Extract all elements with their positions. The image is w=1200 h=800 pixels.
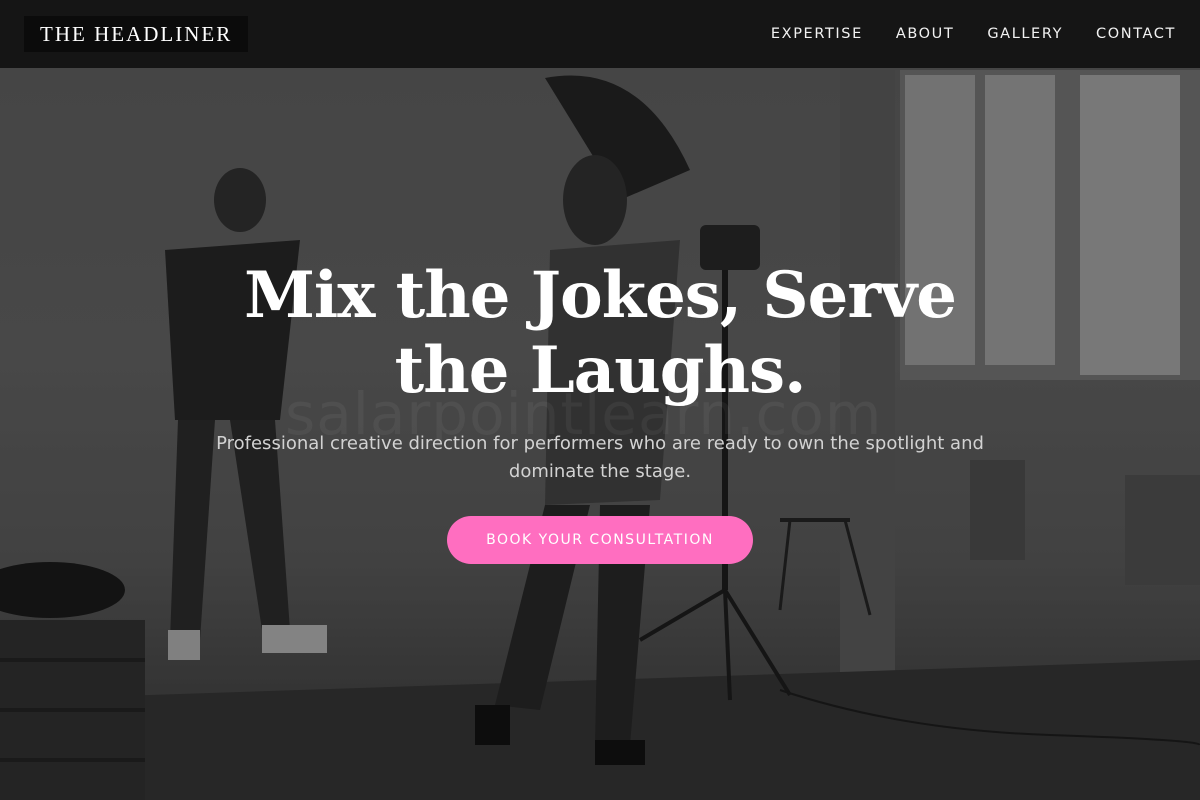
nav-item-about[interactable]: ABOUT xyxy=(896,26,955,42)
nav-item-gallery[interactable]: GALLERY xyxy=(987,26,1063,42)
nav-item-contact[interactable]: CONTACT xyxy=(1096,26,1176,42)
main-nav: EXPERTISE ABOUT GALLERY CONTACT xyxy=(771,26,1176,42)
hero-subtitle: Professional creative direction for perf… xyxy=(216,433,984,482)
hero-section: Mix the Jokes, Serve the Laughs. Profess… xyxy=(0,68,1200,800)
brand-logo[interactable]: THE HEADLINER xyxy=(24,16,249,52)
hero-headline: Mix the Jokes, Serve the Laughs. xyxy=(244,258,957,408)
book-consultation-button[interactable]: BOOK YOUR CONSULTATION xyxy=(447,516,753,564)
top-navigation-bar: THE HEADLINER EXPERTISE ABOUT GALLERY CO… xyxy=(0,0,1200,68)
nav-item-expertise[interactable]: EXPERTISE xyxy=(771,26,863,42)
